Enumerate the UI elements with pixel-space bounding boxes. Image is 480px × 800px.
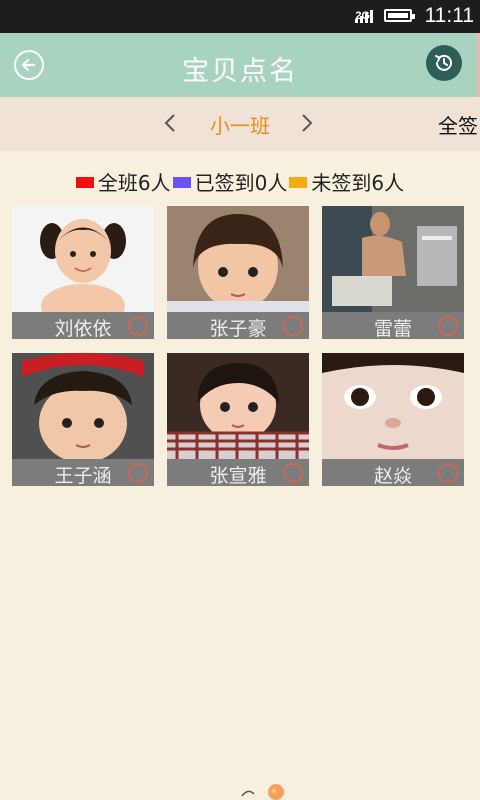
class-selector: 小一班 全签 [0,97,480,151]
student-card[interactable]: 赵焱 [322,353,464,486]
student-namebar: 张子豪 [167,312,309,339]
student-namebar: 刘依依 [12,312,154,339]
legend-total: 全班6人 [75,167,171,196]
chevron-left-icon[interactable] [163,113,177,133]
student-namebar: 张宣雅 [167,459,309,486]
legend-unsigned: 未签到6人 [289,167,404,196]
student-photo [322,353,464,459]
student-namebar: 王子涵 [12,459,154,486]
student-card[interactable]: 张宣雅 [167,353,309,486]
check-circle-icon[interactable] [283,463,303,483]
student-photo [12,206,154,312]
legend-signed-label: 已签到0人 [194,171,288,195]
status-bar: 2G 11:11 [0,0,480,33]
legend-total-swatch [75,177,94,188]
student-card[interactable]: 刘依依 [12,206,154,339]
check-circle-icon[interactable] [283,316,303,336]
legend-signed-swatch [172,177,191,188]
student-card[interactable]: 王子涵 [12,353,154,486]
legend-total-label: 全班6人 [97,171,171,195]
student-namebar: 赵焱 [322,459,464,486]
page-title: 宝贝点名 [182,56,298,87]
footer-logo-icon [241,784,284,800]
student-photo [12,353,154,459]
check-circle-icon[interactable] [128,463,148,483]
student-card[interactable]: 雷蕾 [322,206,464,339]
student-namebar: 雷蕾 [322,312,464,339]
history-clock-icon[interactable] [426,45,462,81]
legend-signed: 已签到0人 [172,167,288,196]
class-name[interactable]: 小一班 [185,110,295,139]
check-circle-icon[interactable] [438,316,458,336]
check-circle-icon[interactable] [128,316,148,336]
battery-icon [384,9,415,22]
sign-all-button[interactable]: 全签 [438,110,478,139]
student-photo [167,353,309,459]
signal-icon [355,9,377,23]
check-circle-icon[interactable] [438,463,458,483]
legend-unsigned-swatch [289,177,308,188]
status-time: 11:11 [424,4,474,27]
attendance-legend: 全班6人 已签到0人 未签到6人 [0,167,480,196]
student-photo [322,206,464,312]
student-photo [167,206,309,312]
chevron-right-icon[interactable] [300,113,314,133]
student-card[interactable]: 张子豪 [167,206,309,339]
header-bar: 宝贝点名 [0,33,480,97]
legend-unsigned-label: 未签到6人 [311,171,405,195]
